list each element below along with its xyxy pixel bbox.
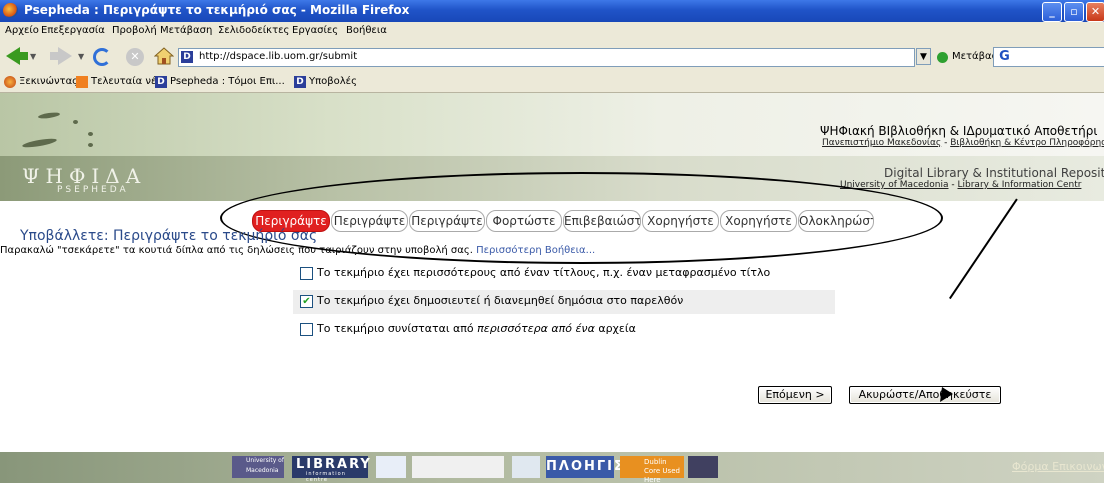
menu-file[interactable]: Αρχείο <box>5 25 39 36</box>
search-input[interactable]: G <box>993 47 1104 67</box>
multiple-files-label-pre: Το τεκμήριο συνίσταται από <box>317 322 478 335</box>
menu-view[interactable]: Προβολή <box>112 25 157 36</box>
forward-arrow-icon <box>58 47 72 65</box>
menu-bar: Αρχείο Επεξεργασία Προβολή Μετάβαση Σελι… <box>0 22 1104 40</box>
multiple-files-label-post: αρχεία <box>594 322 636 335</box>
menu-tools[interactable]: Εργασίες <box>292 25 338 36</box>
bookmark-latest-news[interactable]: Τελευταία νέα <box>91 76 163 87</box>
more-help-link[interactable]: Περισσότερη Βοήθεια... <box>476 245 595 256</box>
annotation-arrow-line <box>949 198 1018 300</box>
dspace-logo[interactable] <box>688 456 718 478</box>
dspace-bookmark-icon: D <box>155 76 167 88</box>
library-logo[interactable]: LIBRARY information centre <box>292 456 370 483</box>
multiple-files-label: Το τεκμήριο συνίσταται από περισσότερα α… <box>317 322 636 335</box>
contact-form-link[interactable]: Φόρμα Επικοινωνίας <box>1012 460 1104 473</box>
logo-mosaic-stroke <box>88 132 93 136</box>
ploigis-logo[interactable]: ΠΛΟΗΓΙΣ <box>546 456 623 478</box>
site-logo-subtitle: PSEPHEDA <box>57 185 129 195</box>
maximize-button[interactable]: ▫ <box>1064 2 1084 22</box>
library-logo-text: LIBRARY <box>296 457 372 472</box>
footer: University of Macedonia LIBRARY informat… <box>0 452 1104 484</box>
separator: - <box>941 138 951 148</box>
chevron-down-icon: ▼ <box>78 52 85 61</box>
url-input[interactable]: http://dspace.lib.uom.gr/submit <box>199 51 357 62</box>
logo-mosaic-stroke <box>73 120 78 124</box>
multiple-titles-checkbox[interactable] <box>300 267 313 280</box>
bookmark-psepheda[interactable]: Psepheda : Τόμοι Επι... <box>170 76 285 87</box>
window-title: Psepheda : Περιγράψτε το τεκμήριό σας - … <box>24 3 410 17</box>
bookmark-submissions[interactable]: Υποβολές <box>309 76 357 87</box>
menu-help[interactable]: Βοήθεια <box>346 25 387 36</box>
link-university[interactable]: Πανεπιστήμιο Μακεδονίας <box>822 138 941 148</box>
page-title: Υποβάλλετε: Περιγράψτε το τεκμήριό σας <box>20 228 318 244</box>
bookmarks-toolbar: Ξεκινώντας Τελευταία νέα D Psepheda : Τό… <box>0 72 1104 93</box>
minimize-button[interactable]: _ <box>1042 2 1062 22</box>
firefox-icon <box>3 3 18 18</box>
multiple-files-checkbox[interactable] <box>300 323 313 336</box>
reload-icon[interactable] <box>93 48 111 66</box>
multiple-files-label-emphasis: περισσότερα από ένα <box>477 322 595 335</box>
annotation-arrowhead <box>940 387 953 402</box>
uom-logo[interactable]: University of Macedonia <box>232 456 284 478</box>
dspace-bookmark-icon: D <box>294 76 306 88</box>
url-dropdown-button[interactable]: ▼ <box>916 48 931 65</box>
navigation-toolbar: ▼ ▼ ✕ D http://dspace.lib.uom.gr/submit … <box>0 40 1104 73</box>
partner-logo-small <box>512 456 540 478</box>
instructions-body: Παρακαλώ "τσεκάρετε" τα κουτιά δίπλα από… <box>0 245 473 256</box>
menu-bookmarks[interactable]: Σελιδοδείκτες <box>218 25 289 36</box>
menu-go[interactable]: Μετάβαση <box>160 25 212 36</box>
separator: - <box>948 180 958 190</box>
partner-logo <box>412 456 504 478</box>
published-before-label: Το τεκμήριο έχει δημοσιευτεί ή διανεμηθε… <box>317 294 684 307</box>
eu-logo <box>376 456 406 478</box>
back-button[interactable]: ▼ <box>0 40 36 72</box>
bookmark-getting-started[interactable]: Ξεκινώντας <box>19 76 78 87</box>
link-library-en[interactable]: Library & Information Centr <box>958 180 1082 190</box>
address-bar[interactable]: D http://dspace.lib.uom.gr/submit <box>178 48 915 67</box>
cancel-save-button[interactable]: Ακυρώστε/Αποθηκεύστε <box>849 386 1001 404</box>
chevron-down-icon: ▼ <box>30 52 37 61</box>
english-site-title: Digital Library & Institutional Reposito… <box>884 166 1104 180</box>
greek-site-links: Πανεπιστήμιο Μακεδονίας - Βιβλιοθήκη & Κ… <box>822 138 1104 148</box>
next-button[interactable]: Επόμενη > <box>758 386 832 404</box>
checkbox-row-published-before: ✔ Το τεκμήριο έχει δημοσιευτεί ή διανεμη… <box>293 290 835 314</box>
library-logo-subtext: information centre <box>306 471 346 483</box>
close-button[interactable]: ✕ <box>1086 2 1104 22</box>
published-before-checkbox[interactable]: ✔ <box>300 295 313 308</box>
window-titlebar: Psepheda : Περιγράψτε το τεκμήριό σας - … <box>0 0 1104 22</box>
multiple-titles-label: Το τεκμήριο έχει περισσότερους από έναν … <box>317 266 771 279</box>
english-site-links: University of Macedonia - Library & Info… <box>840 180 1081 190</box>
logo-mosaic-stroke <box>88 143 93 147</box>
dublin-core-logo[interactable]: Dublin Core Used Here <box>620 456 684 484</box>
google-icon: G <box>999 49 1010 64</box>
checkbox-row-multiple-titles: Το τεκμήριο έχει περισσότερους από έναν … <box>293 262 835 286</box>
home-icon[interactable] <box>154 47 174 65</box>
dspace-favicon: D <box>181 51 193 63</box>
menu-edit[interactable]: Επεξεργασία <box>41 25 105 36</box>
greek-site-title: ΨΗΦιακή ΒΙβλιοθήκη & ΙΔρυματικό Αποθετήρ… <box>820 124 1098 138</box>
link-library[interactable]: Βιβλιοθήκη & Κέντρο Πληροφόρηση <box>950 138 1104 148</box>
checkbox-row-multiple-files: Το τεκμήριο συνίσταται από περισσότερα α… <box>293 318 835 342</box>
rss-icon <box>76 76 88 88</box>
forward-button[interactable]: ▼ <box>46 40 85 72</box>
stop-icon[interactable]: ✕ <box>126 48 144 66</box>
instructions-text: Παρακαλώ "τσεκάρετε" τα κουτιά δίπλα από… <box>0 245 595 256</box>
go-icon[interactable] <box>937 52 948 63</box>
back-arrow-tail <box>18 52 28 60</box>
firefox-bookmark-icon <box>4 76 16 88</box>
